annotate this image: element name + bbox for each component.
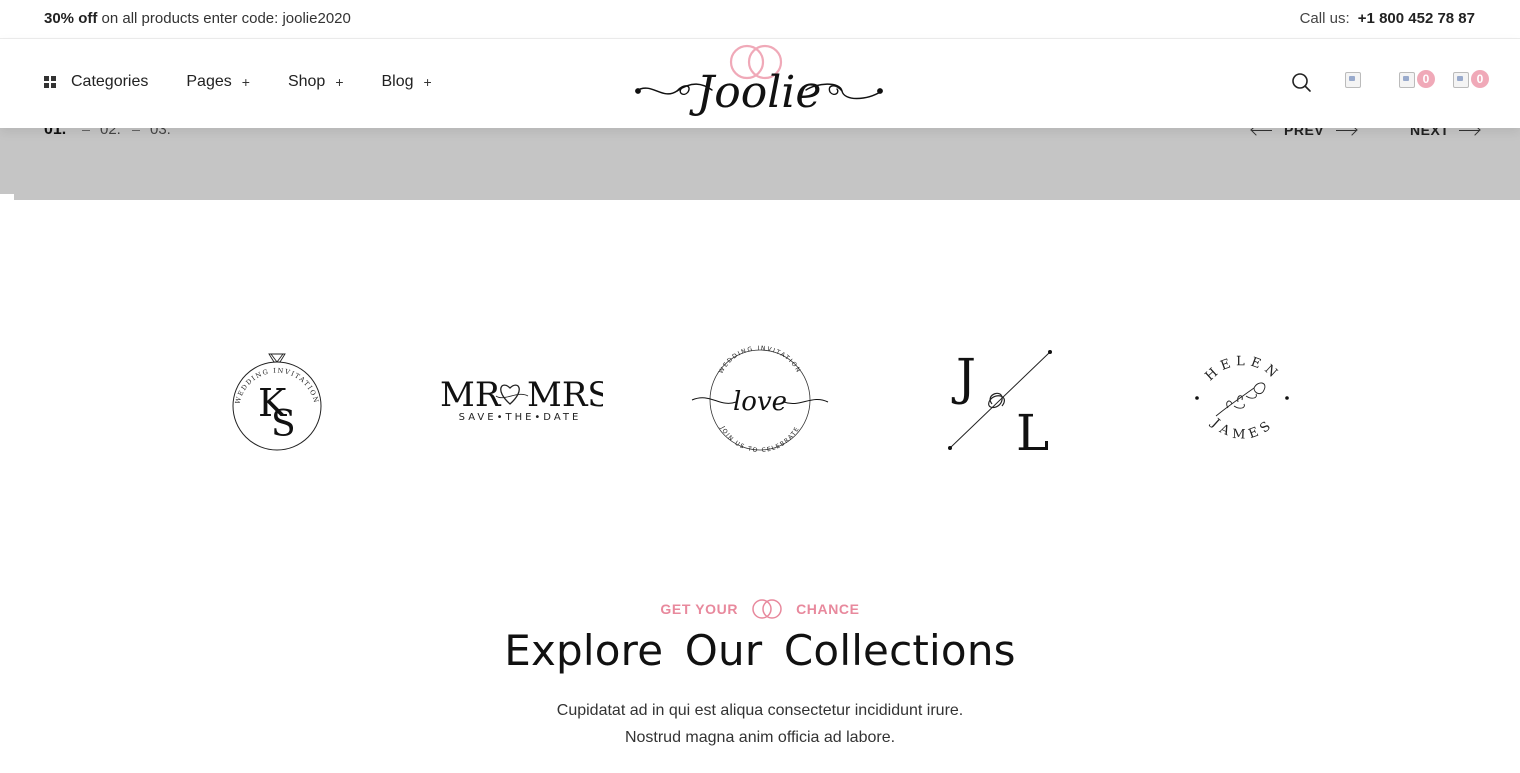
helen-text: HELEN xyxy=(1203,354,1279,384)
plus-icon: + xyxy=(335,74,344,90)
joolie-logo[interactable]: Joolie xyxy=(632,25,886,125)
description-line-2: Nostrud magna anim officia ad labore. xyxy=(624,729,896,746)
nav-blog-label: Blog xyxy=(381,73,414,90)
search-button[interactable] xyxy=(1291,72,1313,94)
love-script-text: love xyxy=(733,387,787,417)
nav-pages[interactable]: Pages + xyxy=(186,73,250,91)
call-label: Call us: xyxy=(1299,10,1350,27)
user-icon xyxy=(1345,72,1361,88)
kicker-right: CHANCE xyxy=(796,601,860,617)
account-button[interactable] xyxy=(1345,72,1367,94)
cart-icon xyxy=(1453,72,1469,88)
arrow-right-icon xyxy=(1336,129,1357,131)
promo-discount: 30% off xyxy=(44,10,98,27)
flower-icon xyxy=(1215,382,1266,417)
svg-text:WEDDING INVITATION: WEDDING INVITATION xyxy=(718,345,803,375)
heart-icon xyxy=(1399,72,1415,88)
header-icons: 0 0 xyxy=(1259,70,1489,94)
arrow-left-icon xyxy=(1252,129,1272,131)
section-title: Explore Our Collections xyxy=(504,626,1016,675)
search-icon xyxy=(1292,73,1311,92)
helen-james-floral-logo[interactable]: HELEN JAMES xyxy=(1188,330,1298,470)
nav-categories[interactable]: Categories xyxy=(44,73,148,91)
monogram-letter-j: J xyxy=(951,348,976,406)
svg-text:HELEN: HELEN xyxy=(1203,354,1284,384)
mr-text: MR xyxy=(440,375,502,415)
knot-icon xyxy=(988,392,1005,409)
cart-button[interactable]: 0 xyxy=(1453,70,1489,94)
grid-icon xyxy=(44,76,56,88)
contact-info: Call us: +1 800 452 78 87 xyxy=(1300,10,1475,27)
love-wedding-invitation-logo[interactable]: WEDDING INVITATION JOIN US TO CELEBRATE … xyxy=(690,330,830,470)
wishlist-button[interactable]: 0 xyxy=(1399,70,1435,94)
main-nav: Categories Pages + Shop + Blog + xyxy=(44,73,470,91)
ks-letter-s: S xyxy=(271,404,296,445)
slide-divider xyxy=(82,130,90,131)
jl-monogram-logo[interactable]: J L xyxy=(940,330,1060,470)
svg-text:JAMES: JAMES xyxy=(1207,415,1278,443)
james-text: JAMES xyxy=(1207,415,1273,443)
svg-text:JOIN US TO CELEBRATE: JOIN US TO CELEBRATE xyxy=(718,424,801,454)
plus-icon: + xyxy=(423,74,432,90)
cart-count-badge: 0 xyxy=(1471,70,1489,88)
mrs-text: MRS xyxy=(527,375,603,415)
diamond-icon xyxy=(268,353,286,363)
save-the-date-text: SAVE•THE•DATE xyxy=(459,412,582,423)
love-bottom-text: JOIN US TO CELEBRATE xyxy=(718,424,799,454)
nav-blog[interactable]: Blog + xyxy=(382,73,432,91)
main-header: Categories Pages + Shop + Blog + Joolie xyxy=(0,39,1520,128)
section-kicker: GET YOUR CHANCE xyxy=(0,598,1520,620)
arrow-right-icon xyxy=(1459,129,1480,131)
mr-mrs-save-the-date-logo[interactable]: MR MRS SAVE•THE•DATE xyxy=(438,330,603,470)
logo-text: Joolie xyxy=(689,67,822,118)
nav-categories-label: Categories xyxy=(71,73,149,90)
ks-wedding-invitation-logo[interactable]: WEDDING INVITATION K S xyxy=(222,330,332,470)
hero-slider: 01. 02. 03. PREV NEXT xyxy=(0,121,1520,200)
monogram-letter-l: L xyxy=(1016,404,1049,462)
phone-number[interactable]: +1 800 452 78 87 xyxy=(1358,10,1475,27)
nav-shop[interactable]: Shop + xyxy=(288,73,344,91)
nav-pages-label: Pages xyxy=(186,73,232,90)
slide-divider xyxy=(132,130,140,131)
kicker-left: GET YOUR xyxy=(660,601,739,617)
section-description: Cupidatat ad in qui est aliqua consectet… xyxy=(0,697,1520,751)
nav-shop-label: Shop xyxy=(287,73,326,90)
rings-icon xyxy=(752,599,782,619)
description-line-1: Cupidatat ad in qui est aliqua consectet… xyxy=(556,702,964,719)
plus-icon: + xyxy=(241,74,250,90)
promo-text: 30% off on all products enter code: jool… xyxy=(44,10,351,27)
collections-section: GET YOUR CHANCE Explore Our Collections … xyxy=(0,598,1520,751)
wishlist-count-badge: 0 xyxy=(1417,70,1435,88)
love-top-text: WEDDING INVITATION xyxy=(718,345,801,375)
promo-code-text: on all products enter code: joolie2020 xyxy=(101,10,351,27)
brand-logos: WEDDING INVITATION K S MR MRS SAVE•THE•D… xyxy=(0,330,1520,470)
